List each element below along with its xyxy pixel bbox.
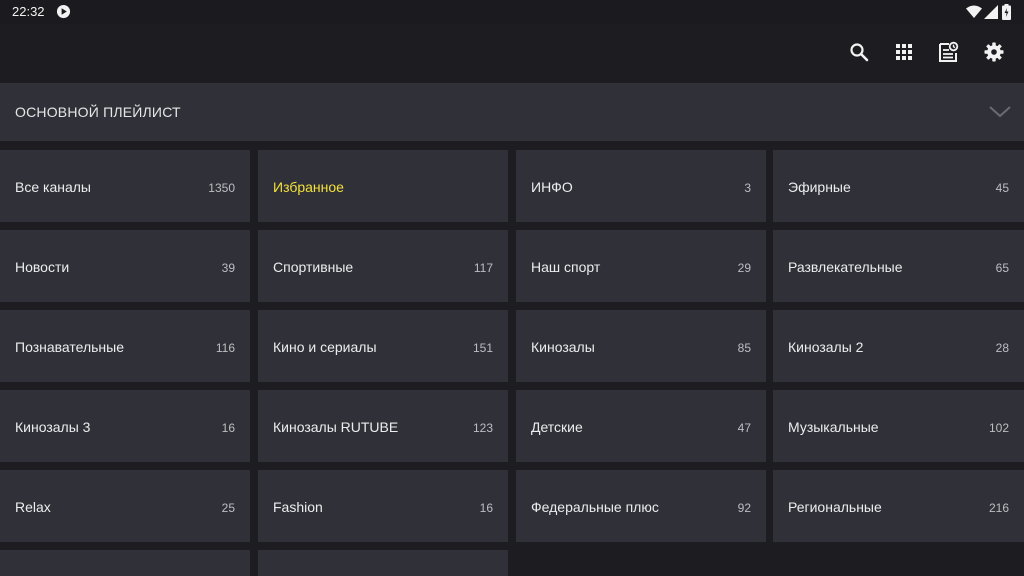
category-name: Новости <box>15 259 70 275</box>
category-tile[interactable]: ИНФО 3 <box>516 150 766 222</box>
category-count: 92 <box>737 501 751 515</box>
category-tile[interactable]: Кинозалы 85 <box>516 310 766 382</box>
battery-icon <box>1002 4 1011 20</box>
signal-icon <box>984 5 998 19</box>
category-tile[interactable]: Спортивные 117 <box>258 230 508 302</box>
category-tile[interactable]: Познавательные 116 <box>0 310 250 382</box>
category-name: Кинозалы 2 <box>788 339 864 355</box>
category-name: Наш спорт <box>531 259 601 275</box>
category-count: 25 <box>221 501 235 515</box>
settings-button[interactable] <box>981 39 1007 65</box>
category-name: Relax <box>15 499 51 515</box>
category-count: 102 <box>988 421 1009 435</box>
category-count: 29 <box>737 261 751 275</box>
category-count: 47 <box>737 421 751 435</box>
epg-icon <box>939 41 959 62</box>
play-notification-icon <box>56 4 71 19</box>
category-tile[interactable]: Кино и сериалы 151 <box>258 310 508 382</box>
category-count: 39 <box>221 261 235 275</box>
category-name: Детские <box>531 419 583 435</box>
grid-view-button[interactable] <box>891 39 917 65</box>
category-tile[interactable]: Наш спорт 29 <box>516 230 766 302</box>
category-tile-partial[interactable] <box>258 550 508 576</box>
category-tile-partial[interactable] <box>0 550 250 576</box>
category-count: 116 <box>215 341 235 355</box>
category-name: Спортивные <box>273 259 354 275</box>
category-name: Кинозалы 3 <box>15 419 91 435</box>
category-count: 117 <box>473 261 493 275</box>
category-tile[interactable]: Региональные 216 <box>773 470 1024 542</box>
status-bar: 22:32 <box>0 0 1024 24</box>
category-count: 85 <box>737 341 751 355</box>
category-tile[interactable]: Fashion 16 <box>258 470 508 542</box>
category-tile[interactable]: Relax 25 <box>0 470 250 542</box>
category-name: Кинозалы <box>531 339 595 355</box>
epg-button[interactable] <box>935 39 961 65</box>
playlist-selector[interactable]: ОСНОВНОЙ ПЛЕЙЛИСТ <box>0 83 1024 141</box>
category-grid: Все каналы 1350 Избранное ИНФО 3 Эфирные… <box>0 150 1024 576</box>
playlist-title: ОСНОВНОЙ ПЛЕЙЛИСТ <box>15 104 181 120</box>
category-tile[interactable]: Все каналы 1350 <box>0 150 250 222</box>
category-name: Музыкальные <box>788 419 879 435</box>
clock: 22:32 <box>12 4 45 19</box>
gear-icon <box>984 42 1004 62</box>
category-count: 1350 <box>208 181 235 195</box>
category-tile[interactable]: Федеральные плюс 92 <box>516 470 766 542</box>
category-tile[interactable]: Развлекательные 65 <box>773 230 1024 302</box>
category-count: 16 <box>221 421 235 435</box>
category-count: 216 <box>988 501 1009 515</box>
category-name: Fashion <box>273 499 323 515</box>
category-name: Избранное <box>273 179 344 195</box>
category-name: Федеральные плюс <box>531 499 659 515</box>
category-name: Кинозалы RUTUBE <box>273 419 399 435</box>
search-button[interactable] <box>846 39 872 65</box>
category-tile[interactable]: Кинозалы RUTUBE 123 <box>258 390 508 462</box>
category-name: Кино и сериалы <box>273 339 377 355</box>
category-tile[interactable]: Детские 47 <box>516 390 766 462</box>
grid-icon <box>896 44 912 60</box>
category-name: ИНФО <box>531 179 573 195</box>
category-name: Познавательные <box>15 339 125 355</box>
category-count: 3 <box>744 181 751 195</box>
category-tile-selected[interactable]: Избранное <box>258 150 508 222</box>
category-name: Все каналы <box>15 179 91 195</box>
category-tile[interactable]: Музыкальные 102 <box>773 390 1024 462</box>
chevron-down-icon <box>989 106 1011 118</box>
category-tile[interactable]: Новости 39 <box>0 230 250 302</box>
category-count: 28 <box>995 341 1009 355</box>
category-tile[interactable]: Кинозалы 2 28 <box>773 310 1024 382</box>
category-tile[interactable]: Кинозалы 3 16 <box>0 390 250 462</box>
category-name: Эфирные <box>788 179 851 195</box>
category-count: 123 <box>472 421 493 435</box>
category-name: Региональные <box>788 499 882 515</box>
search-icon <box>850 43 869 62</box>
wifi-icon <box>966 5 982 18</box>
category-count: 45 <box>995 181 1009 195</box>
category-count: 65 <box>995 261 1009 275</box>
toolbar <box>0 24 1024 82</box>
category-count: 151 <box>472 341 493 355</box>
category-count: 16 <box>479 501 493 515</box>
screen: 22:32 ОСНОВНОЙ ПЛЕЙЛИСТ Все каналы 1350 … <box>0 0 1024 576</box>
category-name: Развлекательные <box>788 259 903 275</box>
category-tile[interactable]: Эфирные 45 <box>773 150 1024 222</box>
